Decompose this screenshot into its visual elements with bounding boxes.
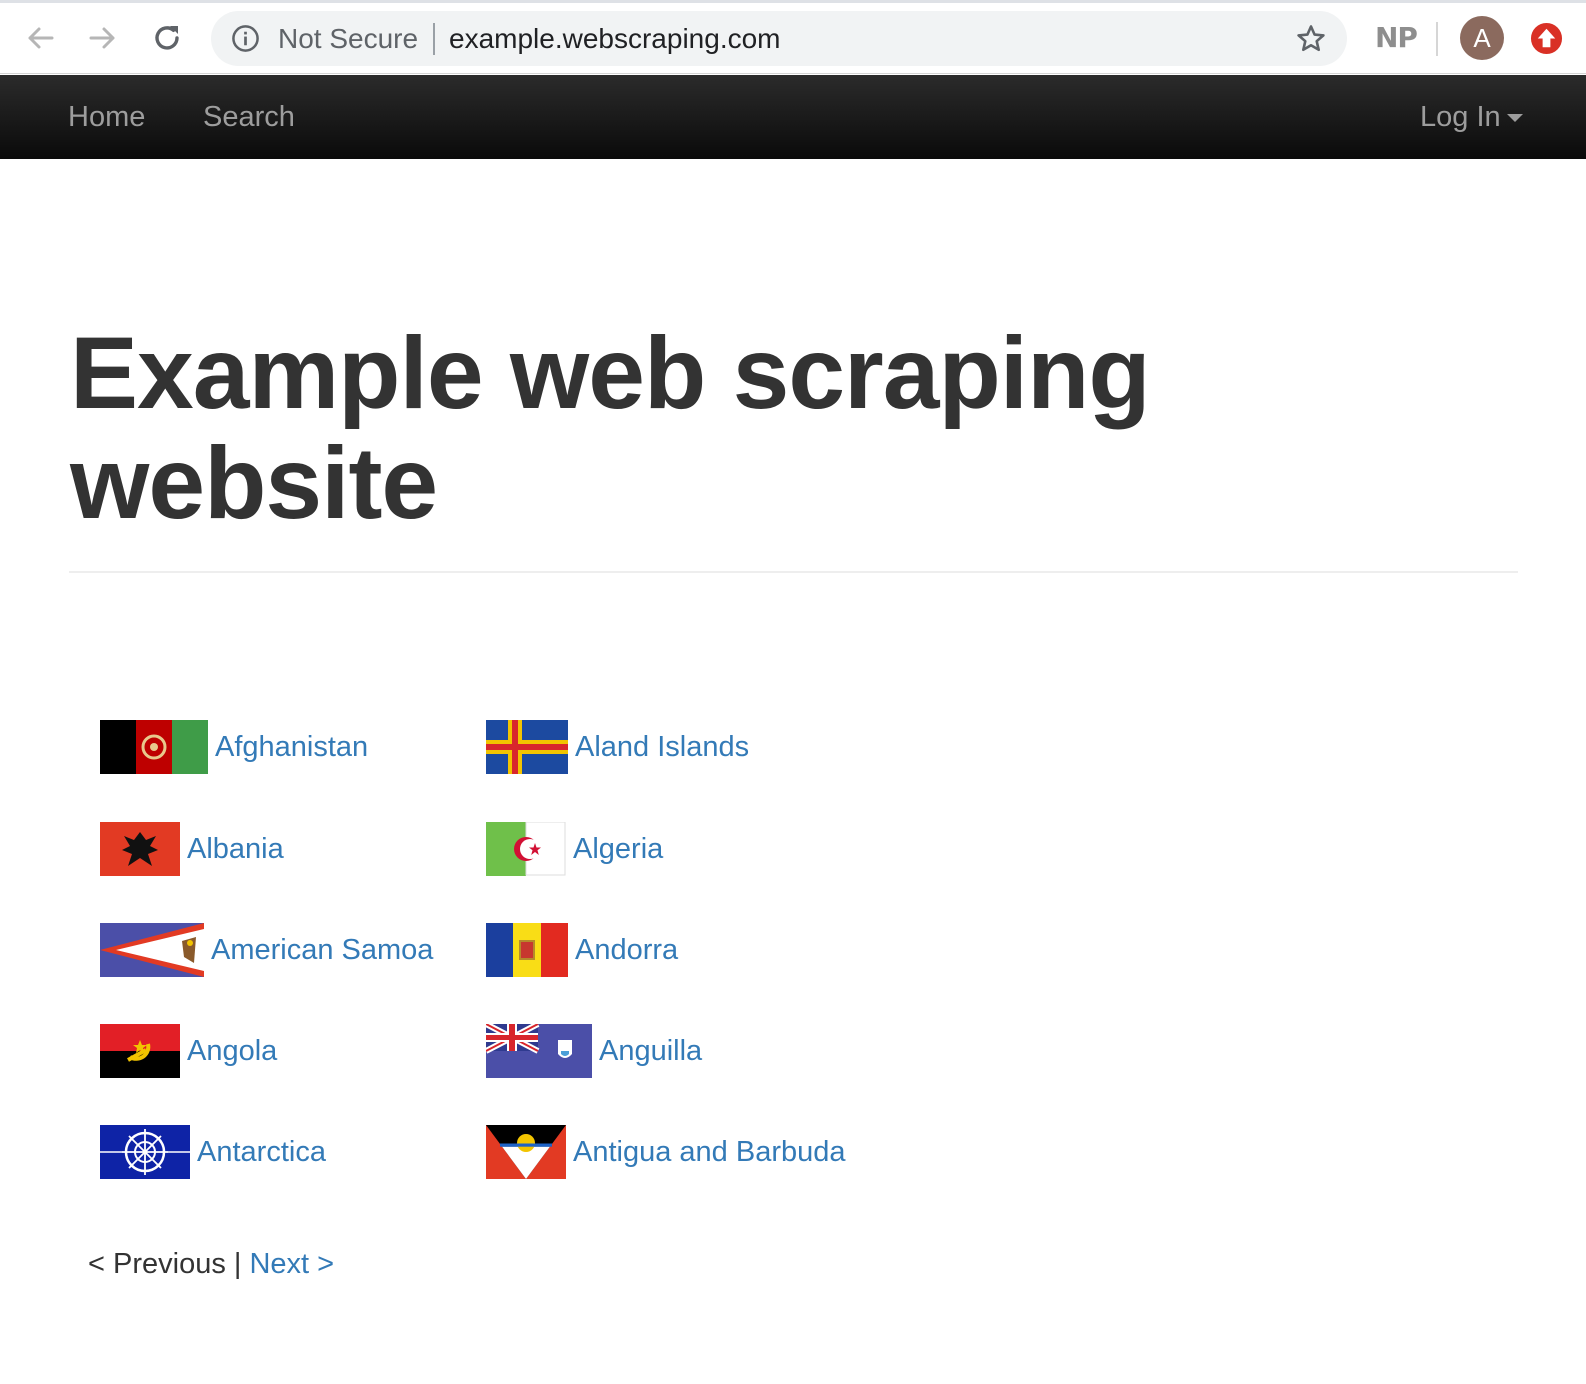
american-samoa-flag-icon [100, 923, 204, 977]
country-item-algeria[interactable]: Algeria [486, 822, 663, 876]
algeria-flag-icon [486, 822, 566, 876]
antigua-and-barbuda-flag-icon [486, 1125, 566, 1179]
country-link[interactable]: Angola [187, 1034, 277, 1068]
country-link[interactable]: American Samoa [211, 933, 433, 967]
albania-flag-icon [100, 822, 180, 876]
country-item-american-samoa[interactable]: American Samoa [100, 923, 433, 977]
nav-login-dropdown[interactable]: Log In [1420, 99, 1523, 135]
tab-strip-edge [0, 0, 1586, 3]
pager-separator: | [225, 1248, 250, 1280]
country-item-andorra[interactable]: Andorra [486, 923, 678, 977]
reload-button[interactable] [143, 14, 191, 62]
country-item-aland-islands[interactable]: Aland Islands [486, 720, 749, 774]
url-text[interactable]: example.webscraping.com [449, 23, 781, 55]
back-arrow-icon [28, 27, 54, 49]
address-bar[interactable]: Not Secure example.webscraping.com [211, 11, 1347, 66]
country-link[interactable]: Antigua and Barbuda [573, 1135, 846, 1169]
forward-arrow-icon [89, 27, 115, 49]
nav-login-label: Log In [1420, 101, 1501, 133]
previous-label: < Previous [88, 1248, 226, 1280]
country-item-antigua-and-barbuda[interactable]: Antigua and Barbuda [486, 1125, 846, 1179]
country-item-albania[interactable]: Albania [100, 822, 284, 876]
anguilla-flag-icon [486, 1024, 592, 1078]
angola-flag-icon [100, 1024, 180, 1078]
country-link[interactable]: Antarctica [197, 1135, 326, 1169]
toolbar-divider [1436, 22, 1438, 56]
profile-avatar[interactable]: A [1460, 16, 1504, 60]
security-status-label[interactable]: Not Secure [278, 23, 418, 55]
caret-down-icon [1506, 114, 1523, 123]
country-item-anguilla[interactable]: Anguilla [486, 1024, 702, 1078]
forward-button[interactable] [79, 14, 127, 62]
antarctica-flag-icon [100, 1125, 190, 1179]
country-link[interactable]: Albania [187, 832, 284, 866]
afghanistan-flag-icon [100, 720, 208, 774]
site-navbar: Home Search Log In [0, 75, 1586, 159]
next-link[interactable]: Next > [249, 1248, 334, 1280]
update-icon[interactable] [1530, 22, 1563, 55]
pagination: < Previous | Next > [88, 1247, 334, 1281]
country-item-angola[interactable]: Angola [100, 1024, 277, 1078]
star-icon[interactable] [1295, 23, 1327, 55]
aland-islands-flag-icon [486, 720, 568, 774]
back-button[interactable] [16, 14, 64, 62]
country-item-antarctica[interactable]: Antarctica [100, 1125, 326, 1179]
reload-icon [155, 26, 179, 50]
nav-search-link[interactable]: Search [203, 99, 295, 135]
nav-home-link[interactable]: Home [68, 99, 145, 135]
country-link[interactable]: Algeria [573, 832, 663, 866]
country-link[interactable]: Aland Islands [575, 730, 749, 764]
info-icon[interactable] [231, 24, 260, 53]
np-extension-icon[interactable]: NP [1375, 20, 1418, 56]
country-link[interactable]: Anguilla [599, 1034, 702, 1068]
andorra-flag-icon [486, 923, 568, 977]
country-item-afghanistan[interactable]: Afghanistan [100, 720, 368, 774]
page-title: Example web scraping website [70, 316, 1151, 540]
country-link[interactable]: Afghanistan [215, 730, 368, 764]
country-link[interactable]: Andorra [575, 933, 678, 967]
title-divider [69, 571, 1518, 573]
omnibox-divider [433, 23, 435, 55]
browser-toolbar: Not Secure example.webscraping.com NP A [0, 0, 1586, 74]
